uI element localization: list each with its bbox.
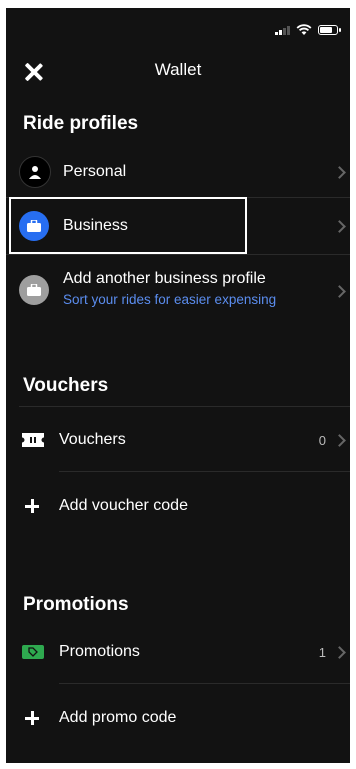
vouchers-count: 0	[318, 432, 326, 448]
section-title-promotions: Promotions	[23, 594, 129, 615]
briefcase-icon	[19, 275, 49, 305]
divider	[59, 471, 350, 472]
add-voucher-code-button[interactable]: Add voucher code	[6, 482, 350, 530]
promotions-count: 1	[318, 644, 326, 660]
selection-highlight	[9, 197, 247, 254]
chevron-right-icon	[333, 645, 346, 659]
plus-icon	[25, 499, 39, 513]
add-business-profile-button[interactable]: Add another business profile Sort your r…	[6, 260, 350, 320]
add-promo-code-button[interactable]: Add promo code	[6, 694, 350, 742]
voucher-icon	[22, 433, 44, 447]
chevron-right-icon	[333, 165, 346, 179]
profile-personal[interactable]: Personal	[6, 147, 350, 197]
section-title-vouchers: Vouchers	[23, 375, 109, 396]
chevron-right-icon	[333, 433, 346, 447]
wifi-icon	[296, 24, 312, 35]
plus-icon	[25, 711, 39, 725]
person-icon	[19, 156, 51, 188]
add-promo-code-label: Add promo code	[59, 709, 177, 726]
promotions-label: Promotions	[59, 643, 140, 660]
page-title: Wallet	[154, 60, 202, 79]
signal-icon	[275, 25, 290, 35]
chevron-right-icon	[333, 285, 346, 298]
divider	[59, 683, 350, 684]
header: Wallet	[6, 54, 350, 94]
promo-tag-icon	[22, 645, 44, 659]
promotions-row[interactable]: Promotions 1	[6, 628, 350, 676]
profile-personal-label: Personal	[63, 163, 127, 180]
vouchers-row[interactable]: Vouchers 0	[6, 416, 350, 464]
vouchers-label: Vouchers	[59, 431, 126, 448]
status-bar	[275, 22, 341, 38]
add-business-profile-subtitle: Sort your rides for easier expensing	[63, 292, 277, 307]
chevron-right-icon	[333, 219, 346, 233]
wallet-screen: Wallet Ride profiles Personal Business A…	[6, 8, 350, 763]
section-title-ride-profiles: Ride profiles	[23, 113, 139, 134]
add-voucher-code-label: Add voucher code	[59, 497, 188, 514]
battery-icon	[318, 25, 341, 35]
add-business-profile-label: Add another business profile	[63, 270, 266, 287]
divider	[19, 406, 350, 407]
divider	[6, 254, 350, 255]
